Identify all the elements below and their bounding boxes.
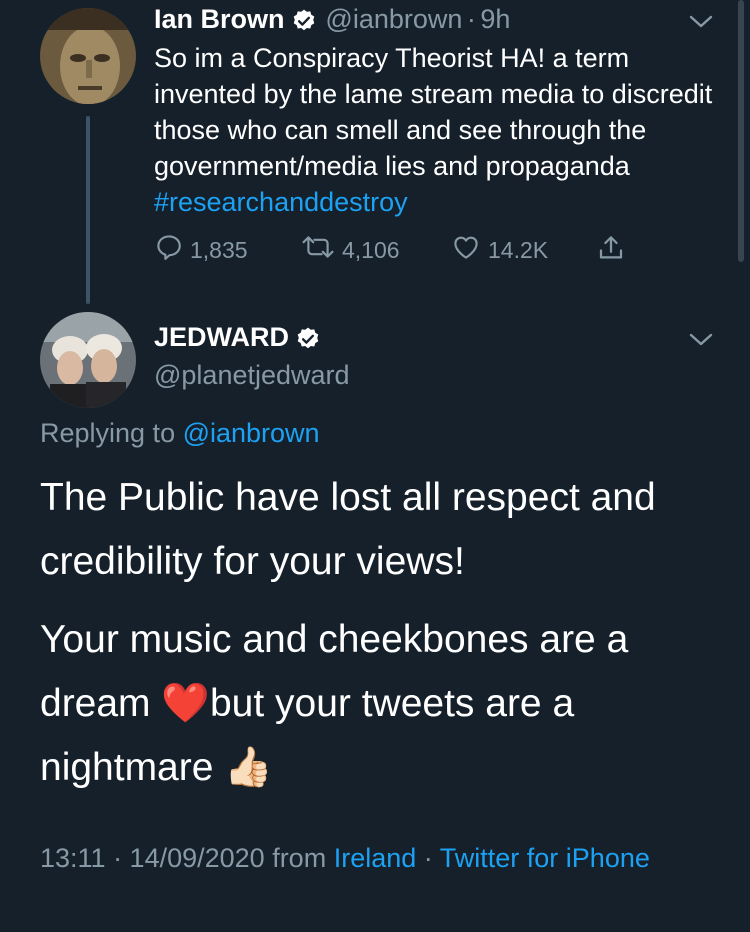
thumbs-up-emoji: 👍🏻 (224, 746, 273, 789)
tweet-timestamp[interactable]: 13:11 · 14/09/2020 from (40, 843, 334, 873)
meta-separator: · (466, 4, 476, 34)
tweet-header: Ian Brown @ianbrown · 9h (154, 4, 510, 39)
tweet-meta: 13:11 · 14/09/2020 from Ireland · Twitte… (40, 838, 700, 878)
tweet-actions: 1,835 4,106 14.2K (154, 232, 654, 272)
like-button[interactable]: 14.2K (450, 232, 548, 268)
replying-to: Replying to @ianbrown (40, 418, 320, 449)
tweet-text: So im a Conspiracy Theorist HA! a term i… (154, 40, 724, 220)
chevron-down-icon[interactable] (686, 330, 716, 350)
tweet-line: Your music and cheekbones are a (40, 618, 629, 661)
reply-icon (154, 232, 190, 268)
tweet-text-segment: nightmare (40, 746, 225, 789)
share-icon (596, 232, 632, 270)
reply-count: 1,835 (190, 236, 248, 263)
reply-button[interactable]: 1,835 (154, 232, 248, 268)
tweet-text-segment: but your tweets are a (209, 682, 575, 725)
replying-prefix: Replying to (40, 418, 183, 448)
client-link[interactable]: Twitter for iPhone (440, 843, 650, 873)
tweet-line: The Public have lost all respect and (40, 476, 656, 519)
author-name[interactable]: Ian Brown (154, 4, 285, 34)
tweet-age[interactable]: 9h (480, 4, 510, 34)
author-handle[interactable]: @planetjedward (154, 360, 350, 391)
thread-connector-line (86, 116, 90, 304)
scrollbar[interactable] (738, 0, 744, 262)
author-handle[interactable]: @ianbrown (325, 4, 462, 34)
author-name[interactable]: JEDWARD (154, 322, 289, 352)
heart-icon (450, 232, 488, 268)
tweet-body: The Public have lost all respect and cre… (40, 466, 720, 594)
tweet-text-segment: dream (40, 682, 162, 725)
tweet-body: So im a Conspiracy Theorist HA! a term i… (154, 43, 713, 181)
retweet-button[interactable]: 4,106 (300, 232, 400, 268)
share-button[interactable] (596, 232, 632, 270)
like-count: 14.2K (488, 236, 549, 263)
avatar-ianbrown[interactable] (40, 8, 136, 104)
verified-badge-icon (291, 8, 317, 39)
location-link[interactable]: Ireland (334, 843, 417, 873)
tweet-header: JEDWARD (154, 322, 321, 357)
tweet-line: credibility for your views! (40, 540, 465, 583)
replying-handle-link[interactable]: @ianbrown (183, 418, 320, 448)
hashtag-link[interactable]: #researchanddestroy (154, 187, 408, 217)
tweet-line: dream ❤️but your tweets are a (40, 672, 720, 736)
meta-separator: · (416, 843, 440, 873)
retweet-count: 4,106 (342, 236, 400, 263)
retweet-icon (300, 232, 342, 268)
verified-badge-icon (295, 326, 321, 357)
tweet-body: Your music and cheekbones are a dream ❤️… (40, 608, 720, 800)
avatar-planetjedward[interactable] (40, 312, 136, 408)
chevron-down-icon[interactable] (686, 12, 716, 32)
tweet-line: nightmare 👍🏻 (40, 736, 720, 800)
heart-emoji: ❤️ (161, 682, 210, 725)
